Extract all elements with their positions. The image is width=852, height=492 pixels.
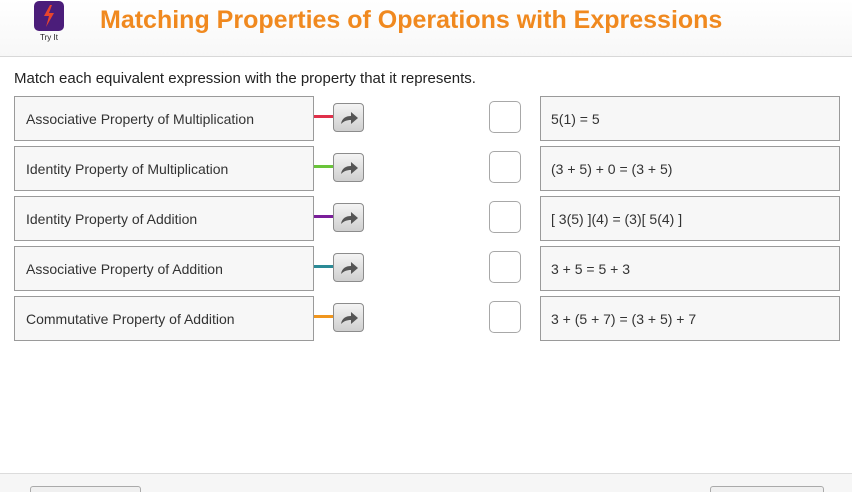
match-target-box[interactable]	[489, 101, 521, 133]
curved-arrow-icon	[340, 111, 358, 124]
lightning-bolt-icon	[34, 1, 64, 31]
header: Try It Matching Properties of Operations…	[0, 0, 852, 57]
expression-item[interactable]: 3 + (5 + 7) = (3 + 5) + 7	[540, 296, 840, 341]
property-label: Identity Property of Addition	[26, 210, 198, 227]
footer-left-button[interactable]	[30, 486, 141, 492]
connect-button[interactable]	[333, 103, 364, 132]
connect-button[interactable]	[333, 303, 364, 332]
property-item[interactable]: Commutative Property of Addition	[14, 296, 314, 341]
match-target-box[interactable]	[489, 201, 521, 233]
connect-button[interactable]	[333, 253, 364, 282]
expression-label: 3 + (5 + 7) = (3 + 5) + 7	[551, 310, 697, 327]
expression-item[interactable]: 5(1) = 5	[540, 96, 840, 141]
property-item[interactable]: Identity Property of Addition	[14, 196, 314, 241]
match-target-box[interactable]	[489, 251, 521, 283]
page-title: Matching Properties of Operations with E…	[100, 6, 723, 34]
match-target-box[interactable]	[489, 301, 521, 333]
property-label: Commutative Property of Addition	[26, 310, 235, 327]
connect-button[interactable]	[333, 203, 364, 232]
expression-item[interactable]: (3 + 5) + 0 = (3 + 5)	[540, 146, 840, 191]
expression-item[interactable]: [ 3(5) ](4) = (3)[ 5(4) ]	[540, 196, 840, 241]
curved-arrow-icon	[340, 211, 358, 224]
connect-button[interactable]	[333, 153, 364, 182]
try-it-logo: Try It	[32, 1, 66, 43]
curved-arrow-icon	[340, 261, 358, 274]
property-label: Identity Property of Multiplication	[26, 160, 229, 177]
property-label: Associative Property of Multiplication	[26, 110, 254, 127]
connector-line	[314, 215, 334, 218]
curved-arrow-icon	[340, 311, 358, 324]
property-item[interactable]: Identity Property of Multiplication	[14, 146, 314, 191]
logo-label: Try It	[40, 33, 58, 42]
expression-item[interactable]: 3 + 5 = 5 + 3	[540, 246, 840, 291]
connector-line	[314, 115, 334, 118]
connector-line	[314, 315, 334, 318]
property-label: Associative Property of Addition	[26, 260, 223, 277]
expression-label: 3 + 5 = 5 + 3	[551, 260, 631, 277]
connector-line	[314, 265, 334, 268]
connector-line	[314, 165, 334, 168]
expression-label: 5(1) = 5	[551, 110, 600, 127]
match-target-box[interactable]	[489, 151, 521, 183]
property-item[interactable]: Associative Property of Multiplication	[14, 96, 314, 141]
property-item[interactable]: Associative Property of Addition	[14, 246, 314, 291]
expression-label: (3 + 5) + 0 = (3 + 5)	[551, 160, 673, 177]
curved-arrow-icon	[340, 161, 358, 174]
expression-label: [ 3(5) ](4) = (3)[ 5(4) ]	[551, 210, 683, 227]
instructions: Match each equivalent expression with th…	[14, 70, 476, 87]
footer-right-button[interactable]	[710, 486, 824, 492]
